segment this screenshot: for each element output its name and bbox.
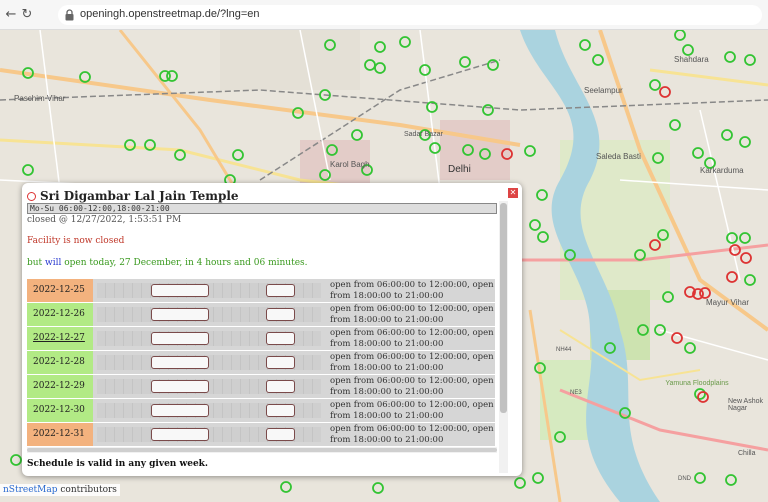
schedule-note: Schedule is valid in any given week. bbox=[27, 459, 209, 469]
map-label: Yamuna Floodplains bbox=[665, 380, 729, 387]
schedule-date: 2022-12-30 bbox=[27, 399, 93, 422]
schedule-text: open from 06:00:00 to 12:00:00, open fro… bbox=[330, 328, 494, 349]
opening-hours-field[interactable]: Mo-Su 06:00-12:00,18:00-21:00 bbox=[27, 203, 497, 214]
schedule-date-today: 2022-12-27 bbox=[27, 327, 93, 350]
horizontal-scrollbar[interactable] bbox=[27, 447, 497, 453]
browser-toolbar: ← ↻ openingh.openstreetmap.de/?lng=en bbox=[0, 0, 768, 30]
schedule-row: 2022-12-25 open from 06:00:00 to 12:00:0… bbox=[27, 279, 495, 302]
map-label: New Ashok Nagar bbox=[728, 398, 764, 412]
schedule-date: 2022-12-31 bbox=[27, 423, 93, 446]
map-label: Seelampur bbox=[584, 86, 623, 95]
vertical-scrollbar[interactable] bbox=[499, 201, 508, 473]
open-today-message: but will open today, 27 December, in 4 h… bbox=[27, 258, 308, 268]
attribution-suffix: contributors bbox=[57, 485, 117, 495]
will-link[interactable]: will bbox=[45, 258, 61, 268]
schedule-text: open from 06:00:00 to 12:00:00, open fro… bbox=[330, 352, 494, 373]
closed-at-timestamp: closed @ 12/27/2022, 1:53:51 PM bbox=[27, 215, 182, 225]
map-label: Karol Bagh bbox=[330, 160, 370, 169]
evening-open-segment bbox=[266, 284, 295, 297]
schedule-date: 2022-12-25 bbox=[27, 279, 93, 302]
schedule-date: 2022-12-26 bbox=[27, 303, 93, 326]
address-bar[interactable]: openingh.openstreetmap.de/?lng=en bbox=[58, 5, 762, 25]
popup-title: Sri Digambar Lal Jain Temple bbox=[27, 189, 239, 203]
schedule-row: 2022-12-27 open from 06:00:00 to 12:00:0… bbox=[27, 327, 495, 350]
evening-open-segment bbox=[266, 356, 295, 369]
osm-attribution-link[interactable]: nStreetMap bbox=[3, 485, 58, 495]
evening-open-segment bbox=[266, 380, 295, 393]
map-label: Sadar Bazar bbox=[404, 131, 443, 138]
close-icon[interactable]: ✕ bbox=[508, 188, 518, 198]
schedule-text: open from 06:00:00 to 12:00:00, open fro… bbox=[330, 400, 494, 421]
evening-open-segment bbox=[266, 428, 295, 441]
morning-open-segment bbox=[151, 332, 209, 345]
schedule-row: 2022-12-29 open from 06:00:00 to 12:00:0… bbox=[27, 375, 495, 398]
closed-status-ring-icon bbox=[27, 192, 36, 201]
evening-open-segment bbox=[266, 332, 295, 345]
map-label: Karkarduma bbox=[700, 166, 744, 175]
schedule-text: open from 06:00:00 to 12:00:00, open fro… bbox=[330, 280, 494, 301]
schedule-row: 2022-12-26 open from 06:00:00 to 12:00:0… bbox=[27, 303, 495, 326]
schedule-row: 2022-12-30 open from 06:00:00 to 12:00:0… bbox=[27, 399, 495, 422]
weekly-schedule-table: 2022-12-25 open from 06:00:00 to 12:00:0… bbox=[27, 279, 495, 447]
morning-open-segment bbox=[151, 308, 209, 321]
schedule-date: 2022-12-28 bbox=[27, 351, 93, 374]
morning-open-segment bbox=[151, 404, 209, 417]
poi-popup: ✕ Sri Digambar Lal Jain Temple Mo-Su 06:… bbox=[22, 183, 522, 476]
lock-icon bbox=[65, 9, 74, 21]
map-label: NE3 bbox=[570, 390, 582, 396]
schedule-text: open from 06:00:00 to 12:00:00, open fro… bbox=[330, 304, 494, 325]
map-label: Mayur Vihar bbox=[706, 298, 749, 307]
schedule-text: open from 06:00:00 to 12:00:00, open fro… bbox=[330, 376, 494, 397]
evening-open-segment bbox=[266, 404, 295, 417]
map-label: Saleda Basti bbox=[596, 152, 641, 161]
morning-open-segment bbox=[151, 284, 209, 297]
reload-icon[interactable]: ↻ bbox=[18, 6, 36, 24]
schedule-date: 2022-12-29 bbox=[27, 375, 93, 398]
facility-name: Sri Digambar Lal Jain Temple bbox=[40, 189, 239, 203]
schedule-row: 2022-12-28 open from 06:00:00 to 12:00:0… bbox=[27, 351, 495, 374]
morning-open-segment bbox=[151, 380, 209, 393]
horizontal-scroll-thumb[interactable] bbox=[27, 448, 497, 452]
map-label: Shahdara bbox=[674, 55, 709, 64]
map-label: NH44 bbox=[556, 347, 572, 353]
map-label: DND bbox=[678, 476, 691, 482]
morning-open-segment bbox=[151, 428, 209, 441]
schedule-text: open from 06:00:00 to 12:00:00, open fro… bbox=[330, 424, 494, 445]
schedule-row: 2022-12-31 open from 06:00:00 to 12:00:0… bbox=[27, 423, 495, 446]
evening-open-segment bbox=[266, 308, 295, 321]
morning-open-segment bbox=[151, 356, 209, 369]
map-label: Chilla bbox=[738, 450, 756, 457]
map-label: Paschim Vihar bbox=[14, 94, 66, 103]
status-closed: Facility is now closed bbox=[27, 236, 125, 246]
vertical-scroll-thumb[interactable] bbox=[500, 203, 507, 413]
url-text[interactable]: openingh.openstreetmap.de/?lng=en bbox=[80, 8, 260, 20]
map-attribution: nStreetMap contributors bbox=[0, 484, 120, 496]
map-label: Delhi bbox=[448, 164, 471, 175]
